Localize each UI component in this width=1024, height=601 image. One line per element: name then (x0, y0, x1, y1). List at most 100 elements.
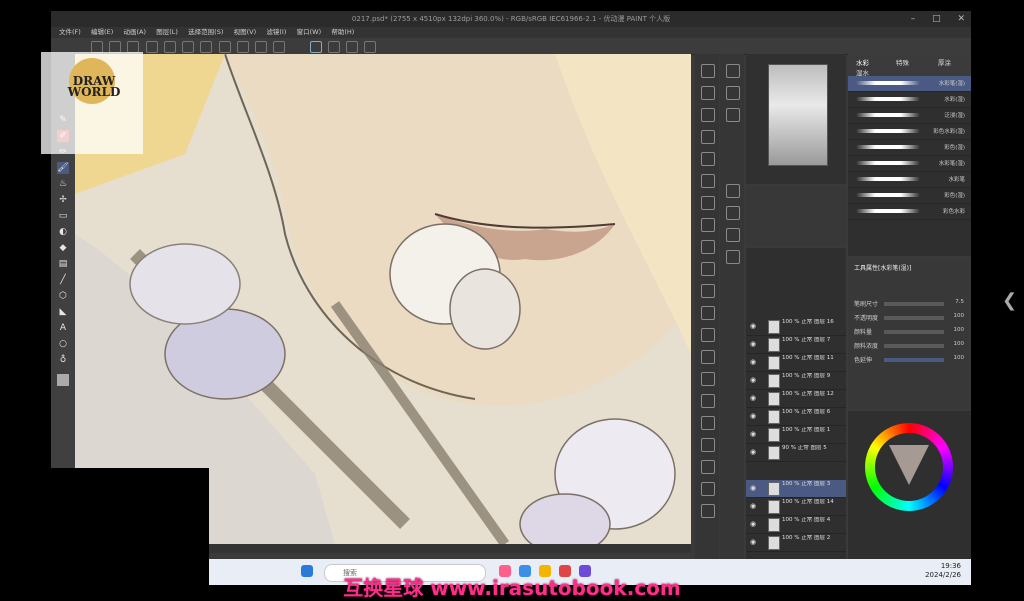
property-slider[interactable] (884, 330, 944, 334)
menu-layer[interactable]: 图层(L) (156, 28, 178, 36)
brush-item[interactable]: 水彩(湿) (848, 92, 971, 108)
eye-icon[interactable]: ◉ (750, 394, 756, 402)
pen-pressure-icon[interactable] (309, 41, 322, 53)
color-wheel[interactable] (865, 423, 953, 511)
layer-row[interactable]: ◉ 90 % 正常 图层 5 (746, 444, 846, 462)
blend-tool-icon[interactable]: ◐ (57, 226, 69, 238)
navigator-thumbnail[interactable] (768, 64, 828, 166)
zoom-out-icon[interactable] (701, 350, 715, 364)
maximize-button[interactable]: □ (932, 14, 941, 24)
snap-ruler-icon[interactable] (701, 416, 715, 430)
stabilizer-icon[interactable] (327, 41, 340, 53)
search-tab-icon[interactable] (726, 206, 740, 220)
line-tool-icon[interactable]: ╱ (57, 274, 69, 286)
menu-edit[interactable]: 编辑(E) (91, 28, 113, 36)
layer-row[interactable]: ◉ 100 % 正常 图层 16 (746, 318, 846, 336)
flip-icon[interactable] (701, 306, 715, 320)
layer-row[interactable]: ◉ 100 % 正常 图层 2 (746, 534, 846, 552)
brush-item[interactable]: 彩色水彩(湿) (848, 124, 971, 140)
correction-tool-icon[interactable]: ♁ (57, 354, 69, 366)
transform-icon[interactable] (701, 262, 715, 276)
brush-item[interactable]: 水彩笔(湿) (848, 76, 971, 92)
property-slider[interactable] (884, 358, 944, 362)
layer-row[interactable]: ◉ 100 % 正常 图层 14 (746, 498, 846, 516)
color-swatch-icon[interactable] (57, 374, 69, 386)
fill-tool-icon[interactable]: ◆ (57, 242, 69, 254)
deselect-icon[interactable] (701, 218, 715, 232)
material-icon[interactable] (701, 460, 715, 474)
brush-item[interactable]: 水彩笔 (848, 172, 971, 188)
cut-icon[interactable] (701, 130, 715, 144)
search-layer-icon[interactable] (701, 504, 715, 518)
menu-file[interactable]: 文件(F) (59, 28, 81, 36)
menu-filter[interactable]: 滤镜(I) (266, 28, 286, 36)
eye-icon[interactable]: ◉ (750, 484, 756, 492)
undo-icon[interactable] (145, 41, 158, 53)
tab-special[interactable]: 特殊 (896, 57, 909, 67)
crop-icon[interactable] (236, 41, 249, 53)
brush-item[interactable]: 彩色水彩 (848, 204, 971, 220)
eye-icon[interactable]: ◉ (750, 340, 756, 348)
invert-selection-icon[interactable] (701, 240, 715, 254)
snap-icon[interactable] (346, 41, 359, 53)
gradient-tool-icon[interactable]: ▤ (57, 258, 69, 270)
property-slider[interactable] (884, 344, 944, 348)
history-tab-icon[interactable] (726, 250, 740, 264)
layer-props-tab-icon[interactable] (726, 184, 740, 198)
layer-icon[interactable] (701, 64, 715, 78)
menu-selection[interactable]: 选择范围(S) (188, 28, 223, 36)
eraser-tool-icon[interactable]: ▭ (57, 210, 69, 222)
brush-item[interactable]: 泛浸(湿) (848, 108, 971, 124)
property-slider[interactable] (884, 302, 944, 306)
property-row[interactable]: 笔刷尺寸 7.5 (854, 299, 964, 309)
property-row[interactable]: 色延伸 100 (854, 355, 964, 365)
layer-row[interactable]: ◉ 100 % 正常 图层 7 (746, 336, 846, 354)
property-row[interactable]: 颜料量 100 (854, 327, 964, 337)
eye-icon[interactable]: ◉ (750, 502, 756, 510)
eye-icon[interactable]: ◉ (750, 538, 756, 546)
tab-thick[interactable]: 厚涂 (938, 57, 951, 67)
hand-icon[interactable] (701, 394, 715, 408)
ruler-icon[interactable] (273, 41, 286, 53)
rotate-icon[interactable] (701, 284, 715, 298)
info-tab-icon[interactable] (726, 108, 740, 122)
sub-view-tab-icon[interactable] (726, 86, 740, 100)
property-row[interactable]: 颜料浓度 100 (854, 341, 964, 351)
menu-help[interactable]: 帮助(H) (331, 28, 354, 36)
balloon-tool-icon[interactable]: ○ (57, 338, 69, 350)
undo-history-icon[interactable] (701, 86, 715, 100)
tab-watercolor[interactable]: 水彩 (856, 57, 869, 67)
transform-icon[interactable] (218, 41, 231, 53)
property-row[interactable]: 不透明度 100 (854, 313, 964, 323)
brush-item[interactable]: 彩色(湿) (848, 188, 971, 204)
eye-icon[interactable]: ◉ (750, 520, 756, 528)
layer-row[interactable]: ◉ 100 % 正常 图层 6 (746, 408, 846, 426)
paste-icon[interactable] (701, 152, 715, 166)
menu-window[interactable]: 窗口(W) (297, 28, 322, 36)
eye-icon[interactable]: ◉ (750, 430, 756, 438)
ruler-tool-icon[interactable]: ◣ (57, 306, 69, 318)
brush-tool-icon[interactable]: 🖌 (57, 162, 69, 174)
minimize-button[interactable]: – (911, 14, 916, 24)
eye-icon[interactable]: ◉ (750, 376, 756, 384)
brush-item[interactable]: 彩色(湿) (848, 140, 971, 156)
close-button[interactable]: ✕ (957, 14, 965, 24)
menu-animation[interactable]: 动画(A) (123, 28, 146, 36)
airbrush-tool-icon[interactable]: ♨ (57, 178, 69, 190)
layer-row-selected[interactable]: ◉ 100 % 正常 图层 3 (746, 480, 846, 498)
select-all-icon[interactable] (701, 196, 715, 210)
eye-icon[interactable]: ◉ (750, 322, 756, 330)
settings-icon[interactable] (182, 41, 195, 53)
eye-icon[interactable]: ◉ (750, 412, 756, 420)
menu-view[interactable]: 视图(V) (234, 28, 257, 36)
eye-icon[interactable]: ◉ (750, 358, 756, 366)
palette-icon[interactable] (701, 438, 715, 452)
fill-icon[interactable] (200, 41, 213, 53)
fit-icon[interactable] (701, 372, 715, 386)
copy-icon[interactable] (701, 108, 715, 122)
symmetry-icon[interactable] (364, 41, 377, 53)
navigator-tab-icon[interactable] (726, 64, 740, 78)
layer-row[interactable]: ◉ 100 % 正常 图层 4 (746, 516, 846, 534)
zoom-in-icon[interactable] (701, 328, 715, 342)
layer-row[interactable]: ◉ 100 % 正常 图层 11 (746, 354, 846, 372)
